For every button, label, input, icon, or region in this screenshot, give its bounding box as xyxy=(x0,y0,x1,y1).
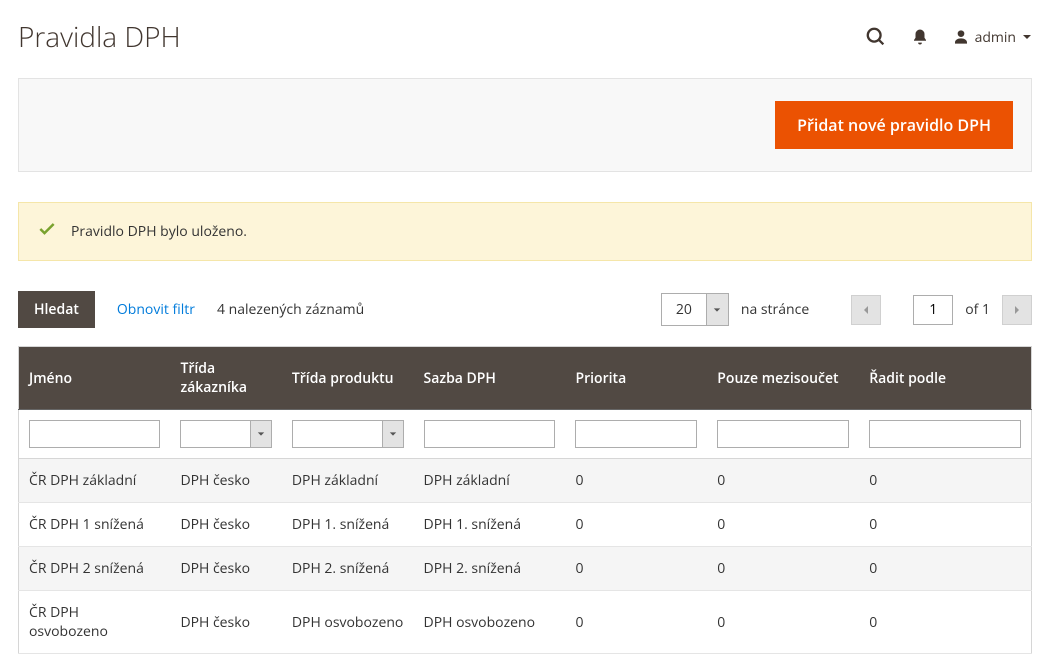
chevron-down-icon xyxy=(250,420,272,448)
col-header-name[interactable]: Jméno xyxy=(19,347,171,410)
filter-rate-input[interactable] xyxy=(424,420,556,448)
cell-name: ČR DPH základní xyxy=(19,459,171,503)
user-label: admin xyxy=(975,28,1016,47)
records-count: 4 nalezených záznamů xyxy=(217,300,364,319)
table-row[interactable]: ČR DPH osvobozenoDPH českoDPH osvobozeno… xyxy=(19,591,1032,654)
filter-customer-class-select[interactable] xyxy=(180,420,271,448)
chevron-right-icon xyxy=(1012,305,1022,315)
reset-filter-link[interactable]: Obnovit filtr xyxy=(117,300,195,319)
cell-rate: DPH osvobozeno xyxy=(414,591,566,654)
col-header-subtotal[interactable]: Pouze mezisoučet xyxy=(707,347,859,410)
filter-priority-input[interactable] xyxy=(575,420,697,448)
next-page-button[interactable] xyxy=(1002,295,1032,325)
cell-customer_class: DPH česko xyxy=(170,459,281,503)
search-icon[interactable] xyxy=(865,26,887,48)
page-input[interactable] xyxy=(913,295,953,325)
user-menu[interactable]: admin xyxy=(953,28,1032,47)
user-icon xyxy=(953,29,969,45)
cell-name: ČR DPH 2 snížená xyxy=(19,547,171,591)
cell-sort_order: 0 xyxy=(859,591,1031,654)
page-size-value: 20 xyxy=(662,294,706,325)
cell-subtotal_only: 0 xyxy=(707,591,859,654)
cell-rate: DPH 1. snížená xyxy=(414,503,566,547)
cell-product_class: DPH osvobozeno xyxy=(282,591,414,654)
table-row[interactable]: ČR DPH 2 sníženáDPH českoDPH 2. sníženáD… xyxy=(19,547,1032,591)
col-header-customer-class[interactable]: Třída zákazníka xyxy=(170,347,281,410)
chevron-down-icon xyxy=(382,420,404,448)
cell-customer_class: DPH česko xyxy=(170,591,281,654)
bell-icon[interactable] xyxy=(911,28,929,46)
prev-page-button[interactable] xyxy=(851,295,881,325)
action-toolbar: Přidat nové pravidlo DPH xyxy=(18,78,1032,172)
filter-name-input[interactable] xyxy=(29,420,160,448)
tax-rules-grid: Jméno Třída zákazníka Třída produktu Saz… xyxy=(18,346,1032,654)
filter-row xyxy=(19,410,1032,459)
check-icon xyxy=(37,219,57,244)
cell-product_class: DPH 1. snížená xyxy=(282,503,414,547)
page-size-select[interactable]: 20 xyxy=(661,293,729,326)
success-message: Pravidlo DPH bylo uloženo. xyxy=(18,202,1032,261)
message-text: Pravidlo DPH bylo uloženo. xyxy=(71,222,247,241)
cell-product_class: DPH 2. snížená xyxy=(282,547,414,591)
cell-customer_class: DPH česko xyxy=(170,547,281,591)
chevron-down-icon xyxy=(1022,32,1032,42)
per-page-label: na stránce xyxy=(741,300,809,319)
col-header-rate[interactable]: Sazba DPH xyxy=(414,347,566,410)
cell-subtotal_only: 0 xyxy=(707,459,859,503)
cell-priority: 0 xyxy=(565,547,707,591)
add-rule-button[interactable]: Přidat nové pravidlo DPH xyxy=(775,101,1013,149)
cell-rate: DPH základní xyxy=(414,459,566,503)
cell-name: ČR DPH 1 snížená xyxy=(19,503,171,547)
filter-subtotal-input[interactable] xyxy=(717,420,849,448)
filter-sort-input[interactable] xyxy=(869,420,1021,448)
cell-name: ČR DPH osvobozeno xyxy=(19,591,171,654)
col-header-priority[interactable]: Priorita xyxy=(565,347,707,410)
cell-rate: DPH 2. snížená xyxy=(414,547,566,591)
col-header-product-class[interactable]: Třída produktu xyxy=(282,347,414,410)
cell-sort_order: 0 xyxy=(859,459,1031,503)
search-button[interactable]: Hledat xyxy=(18,291,95,328)
cell-priority: 0 xyxy=(565,459,707,503)
col-header-sort[interactable]: Řadit podle xyxy=(859,347,1031,410)
filter-product-class-select[interactable] xyxy=(292,420,404,448)
cell-sort_order: 0 xyxy=(859,503,1031,547)
chevron-down-icon xyxy=(706,294,728,325)
cell-subtotal_only: 0 xyxy=(707,547,859,591)
table-row[interactable]: ČR DPH 1 sníženáDPH českoDPH 1. sníženáD… xyxy=(19,503,1032,547)
cell-subtotal_only: 0 xyxy=(707,503,859,547)
cell-sort_order: 0 xyxy=(859,547,1031,591)
cell-product_class: DPH základní xyxy=(282,459,414,503)
cell-priority: 0 xyxy=(565,503,707,547)
page-title: Pravidla DPH xyxy=(18,18,181,56)
cell-customer_class: DPH česko xyxy=(170,503,281,547)
of-label: of 1 xyxy=(965,300,990,319)
table-row[interactable]: ČR DPH základníDPH českoDPH základníDPH … xyxy=(19,459,1032,503)
chevron-left-icon xyxy=(861,305,871,315)
cell-priority: 0 xyxy=(565,591,707,654)
